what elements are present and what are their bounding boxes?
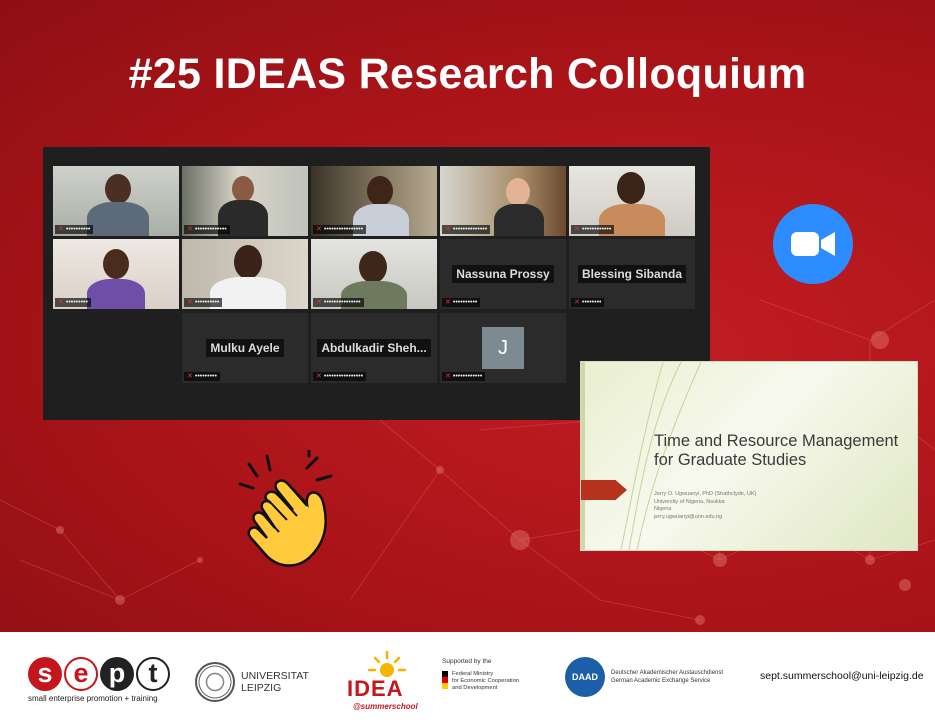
participant-name-label: ✕ ••••••••••••• [184, 225, 230, 234]
participant-name-label: ✕ •••••••••• [442, 298, 481, 307]
participant-video-tile[interactable]: ✕ ••••••••••••••• [311, 239, 437, 309]
video-camera-icon [791, 232, 835, 256]
presentation-details: Jerry O. Ugwuanyi, PhD (Strathclyde, UK)… [654, 491, 756, 521]
university-line: LEIPZIG [241, 682, 282, 694]
sept-letter: p [100, 657, 134, 691]
sept-letters: s e p t [28, 657, 170, 691]
bmz-name: Federal Ministry for Economic Cooperatio… [452, 671, 519, 692]
sept-tagline: small enterprise promotion + training [28, 694, 158, 703]
idea-wordmark: IDEA [347, 676, 404, 701]
participant-name-tile[interactable]: Blessing Sibanda ✕ •••••••• [569, 239, 695, 309]
presentation-slide-thumbnail: Time and Resource Management for Graduat… [581, 362, 917, 550]
slide: #25 IDEAS Research Colloquium ✕ •••••••••… [0, 0, 935, 632]
bmz-line: for Economic Cooperation [452, 678, 520, 684]
german-flag-icon [442, 671, 448, 689]
participant-name-tile[interactable]: Nassuna Prossy ✕ •••••••••• [440, 239, 566, 309]
contact-email[interactable]: sept.summerschool@uni-leipzig.de [760, 670, 924, 682]
participant-name-label: ✕ •••••••••• [184, 298, 223, 307]
participant-video-tile[interactable]: ✕ •••••••••••••• [440, 166, 566, 236]
sept-letter: e [64, 657, 98, 691]
participant-name-label: ✕ ••••••••• [184, 372, 220, 381]
participant-display-name: Blessing Sibanda [577, 265, 687, 283]
sept-letter: t [136, 657, 170, 691]
presentation-affiliation: University of Nigeria, Nsukka [654, 498, 725, 505]
participant-name-label: ✕ •••••••••••• [442, 372, 486, 381]
footer-logos-bar: s e p t small enterprise promotion + tra… [0, 632, 935, 720]
presentation-country: Nigeria [654, 506, 672, 512]
bmz-row: Federal Ministry for Economic Cooperatio… [442, 671, 552, 692]
bmz-line: Federal Ministry [452, 671, 494, 677]
leipzig-university-logo: UNIVERSITAT LEIPZIG [195, 662, 309, 702]
daad-badge: DAAD [565, 657, 605, 697]
clapping-hands-icon [238, 450, 333, 567]
participant-name-label: ✕ •••••••••••••• [442, 225, 491, 234]
idea-summerschool-logo: IDEA @summerschool [345, 650, 418, 715]
bmz-logo: Supported by the Federal Ministry for Ec… [442, 658, 552, 692]
daad-line: Deutscher Akademischer Austauschdienst [611, 670, 724, 676]
daad-name: Deutscher Akademischer Austauschdienst G… [611, 669, 723, 685]
participant-name-label: ✕ •••••••••••• [571, 225, 615, 234]
participant-display-name: Nassuna Prossy [452, 265, 554, 283]
participant-name-label: ✕ ••••••••••••••• [313, 298, 364, 307]
participant-name-label: ✕ ••••••••• [55, 298, 91, 307]
bmz-line: and Development [452, 685, 498, 691]
daad-logo: DAAD Deutscher Akademischer Austauschdie… [565, 657, 723, 697]
participant-avatar-tile[interactable]: J ✕ •••••••••••• [440, 313, 566, 383]
bmz-supported-by: Supported by the [442, 658, 492, 665]
participant-video-tile-active[interactable]: ✕ •••••••••••••••• [311, 166, 437, 236]
participant-video-tile[interactable]: ✕ •••••••••• [53, 166, 179, 236]
participant-video-tile[interactable]: ✕ •••••••••••• [569, 166, 695, 236]
participant-name-label: ✕ •••••••••••••••• [313, 372, 367, 381]
university-seal-icon [195, 662, 235, 702]
participant-display-name: Abdulkadir Sheh... [317, 339, 431, 357]
participant-video-tile[interactable]: ✕ •••••••••• [182, 239, 308, 309]
participant-name-tile[interactable]: Abdulkadir Sheh... ✕ •••••••••••••••• [311, 313, 437, 383]
presentation-title: Time and Resource Management for Graduat… [654, 432, 899, 469]
participant-name-tile[interactable]: Mulku Ayele ✕ ••••••••• [182, 313, 308, 383]
presentation-email: jerry.ugwuanyi@unn.edu.ng [654, 513, 723, 520]
daad-line: German Academic Exchange Service [611, 678, 711, 684]
participant-name-label: ✕ •••••••••••••••• [313, 225, 367, 234]
participant-display-name: Mulku Ayele [206, 339, 284, 357]
participant-video-tile[interactable]: ✕ ••••••••• [53, 239, 179, 309]
idea-subtitle: @summerschool [353, 702, 418, 711]
university-name: UNIVERSITAT LEIPZIG [241, 670, 309, 694]
university-line: UNIVERSITAT [241, 670, 309, 682]
participant-video-tile[interactable]: ✕ ••••••••••••• [182, 166, 308, 236]
sept-logo: s e p t small enterprise promotion + tra… [28, 657, 170, 703]
zoom-video-camera-icon [773, 204, 853, 284]
participant-avatar: J [482, 327, 524, 369]
participant-name-label: ✕ •••••••••• [55, 225, 94, 234]
presentation-author: Jerry O. Ugwuanyi, PhD (Strathclyde, UK) [654, 491, 757, 497]
sept-letter: s [28, 657, 62, 691]
slide-title: #25 IDEAS Research Colloquium [128, 50, 807, 98]
sun-icon [367, 650, 407, 677]
participant-name-label: ✕ •••••••• [571, 298, 605, 307]
